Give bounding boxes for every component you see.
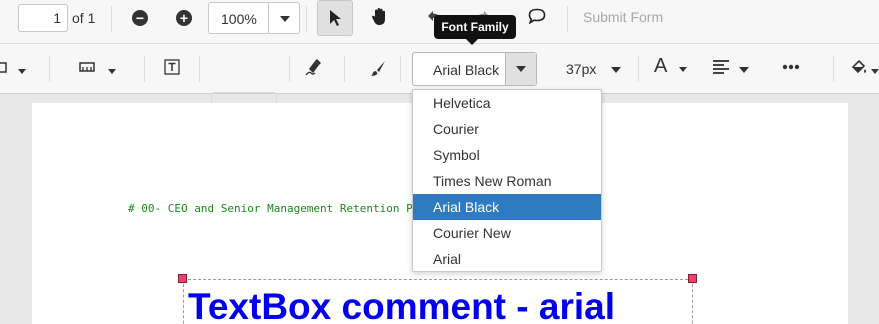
fill-color-icon[interactable] (850, 59, 868, 77)
resize-handle[interactable] (178, 274, 187, 283)
separator (344, 56, 345, 82)
measure-icon[interactable] (79, 61, 95, 73)
separator (400, 56, 401, 82)
font-family-dropdown-toggle[interactable] (505, 53, 536, 85)
separator (289, 56, 290, 82)
chevron-down-icon[interactable] (679, 67, 687, 72)
font-family-dropdown: Helvetica Courier Symbol Times New Roman… (412, 89, 602, 272)
font-option-courier[interactable]: Courier (413, 116, 601, 142)
font-family-value: Arial Black (433, 62, 500, 78)
separator (199, 56, 200, 82)
font-option-courier-new[interactable]: Courier New (413, 220, 601, 246)
chevron-down-icon[interactable] (871, 69, 879, 74)
pointer-icon (330, 10, 341, 26)
page-number-input[interactable] (18, 4, 68, 32)
chevron-down-icon[interactable] (108, 69, 116, 74)
zoom-out-icon[interactable]: − (132, 10, 148, 26)
free-text-icon[interactable] (164, 59, 180, 75)
zoom-dropdown[interactable]: 100% (208, 2, 300, 34)
comment-icon[interactable] (528, 8, 546, 24)
separator (833, 56, 834, 82)
zoom-value: 100% (221, 11, 257, 27)
signature-icon[interactable] (305, 58, 323, 76)
textbox-comment[interactable]: TextBox comment - arial (188, 283, 615, 324)
chevron-down-icon (516, 66, 526, 72)
chevron-down-icon[interactable] (18, 69, 26, 74)
separator (144, 56, 145, 82)
font-option-times-new-roman[interactable]: Times New Roman (413, 168, 601, 194)
chevron-down-icon (280, 16, 290, 22)
zoom-in-icon[interactable]: + (176, 10, 192, 26)
text-align-icon[interactable] (712, 59, 730, 75)
document-text-line: # 00- CEO and Senior Management Retentio… (128, 202, 413, 215)
chevron-down-icon[interactable] (610, 66, 622, 74)
font-color-icon[interactable]: A (654, 55, 667, 78)
zoom-divider (268, 3, 269, 33)
font-option-symbol[interactable]: Symbol (413, 142, 601, 168)
font-option-arial-black[interactable]: Arial Black (413, 194, 601, 220)
tooltip-arrow (466, 39, 478, 45)
separator (49, 56, 50, 82)
font-size-value[interactable]: 37px (566, 61, 596, 77)
font-family-select[interactable]: Arial Black (412, 52, 537, 86)
font-option-arial[interactable]: Arial (413, 246, 601, 272)
page-total-label: of 1 (72, 10, 96, 26)
submit-form-button[interactable]: Submit Form (583, 9, 663, 25)
separator (567, 6, 568, 32)
font-option-helvetica[interactable]: Helvetica (413, 90, 601, 116)
more-icon[interactable] (782, 64, 800, 70)
separator (111, 6, 112, 32)
ink-brush-icon[interactable] (370, 60, 386, 76)
resize-handle[interactable] (688, 274, 697, 283)
font-family-tooltip: Font Family (434, 15, 516, 39)
separator (306, 6, 307, 32)
separator (638, 56, 639, 82)
pointer-tool-button[interactable] (317, 0, 353, 36)
chevron-down-icon[interactable] (738, 66, 750, 74)
shape-icon[interactable] (0, 62, 8, 74)
hand-pan-icon[interactable] (371, 7, 389, 27)
